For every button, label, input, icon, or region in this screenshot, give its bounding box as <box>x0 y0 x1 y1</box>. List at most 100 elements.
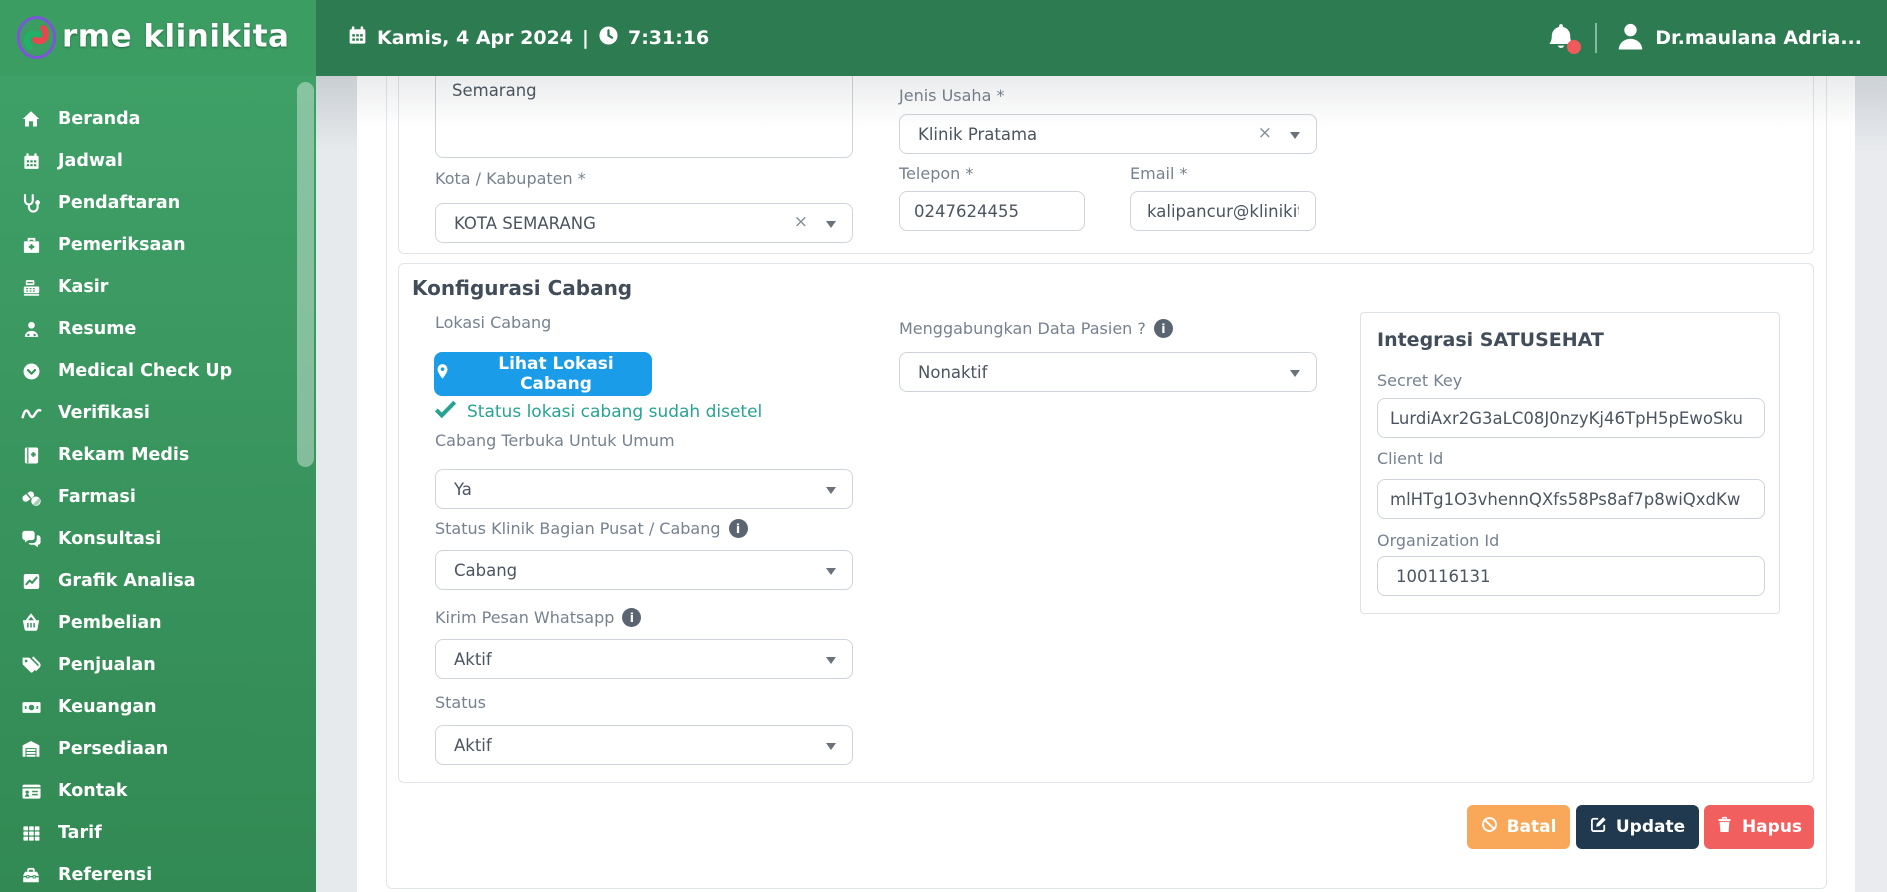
organization-id-input[interactable] <box>1377 556 1765 596</box>
organization-id-label: Organization Id <box>1377 530 1500 550</box>
status-select[interactable]: Aktif <box>435 725 853 765</box>
sidebar-nav: Beranda Jadwal Pendaftaran Pemeriksaan K… <box>0 76 316 892</box>
sidebar-item-grafik-analisa[interactable]: Grafik Analisa <box>0 560 316 602</box>
sidebar-scrollbar-thumb[interactable] <box>297 82 314 467</box>
telepon-input[interactable] <box>899 191 1085 231</box>
clear-icon[interactable]: × <box>1258 125 1272 142</box>
id-card-icon <box>19 781 43 802</box>
comments-icon <box>19 529 43 550</box>
chevron-down-icon <box>826 487 836 499</box>
ban-icon <box>1481 816 1498 838</box>
header-right-group: Dr.maulana Adria... <box>1546 0 1862 76</box>
notifications-button[interactable] <box>1546 21 1582 55</box>
kota-select[interactable]: KOTA SEMARANG × <box>435 203 853 243</box>
sidebar-item-medical-check-up[interactable]: Medical Check Up <box>0 350 316 392</box>
info-icon[interactable]: i <box>728 518 748 538</box>
clear-icon[interactable]: × <box>794 214 808 231</box>
chevron-down-icon <box>826 657 836 669</box>
jenis-usaha-label: Jenis Usaha * <box>899 85 1005 105</box>
chevron-down-icon <box>826 568 836 580</box>
warehouse-icon <box>19 739 43 759</box>
kota-label: Kota / Kabupaten * <box>435 168 586 188</box>
calendar-icon <box>19 152 43 171</box>
gabung-pasien-label: Menggabungkan Data Pasien ? i <box>899 318 1173 338</box>
sidebar-item-verifikasi[interactable]: Verifikasi <box>0 392 316 434</box>
update-button[interactable]: Update <box>1576 805 1699 849</box>
client-id-label: Client Id <box>1377 448 1444 468</box>
batal-button[interactable]: Batal <box>1467 805 1570 849</box>
sidebar-item-tarif[interactable]: Tarif <box>0 812 316 854</box>
branch-identity-section: Semarang Kota / Kabupaten * KOTA SEMARAN… <box>398 76 1814 254</box>
sidebar-item-pendaftaran[interactable]: Pendaftaran <box>0 182 316 224</box>
chevron-down-icon <box>1290 370 1300 382</box>
info-icon[interactable]: i <box>1153 318 1173 338</box>
sidebar-item-jadwal[interactable]: Jadwal <box>0 140 316 182</box>
info-icon[interactable]: i <box>622 607 642 627</box>
telepon-label: Telepon * <box>899 163 974 183</box>
email-input[interactable] <box>1130 191 1316 231</box>
chart-line-icon <box>19 572 43 591</box>
notification-badge <box>1567 40 1582 54</box>
clock-icon <box>598 25 619 51</box>
sidebar-item-resume[interactable]: Resume <box>0 308 316 350</box>
lihat-lokasi-button[interactable]: Lihat Lokasi Cabang <box>434 352 652 396</box>
status-klinik-label: Status Klinik Bagian Pusat / Cabang i <box>435 518 748 538</box>
sidebar-item-persediaan[interactable]: Persediaan <box>0 728 316 770</box>
client-id-input[interactable] <box>1377 479 1765 519</box>
location-pin-icon <box>434 363 451 385</box>
wave-icon <box>19 403 43 424</box>
terbuka-label: Cabang Terbuka Untuk Umum <box>435 430 675 450</box>
toolbox-icon <box>19 865 43 885</box>
hapus-button[interactable]: Hapus <box>1704 805 1814 849</box>
sidebar-item-rekam-medis[interactable]: Rekam Medis <box>0 434 316 476</box>
jenis-usaha-select[interactable]: Klinik Pratama × <box>899 114 1317 154</box>
gabung-pasien-select[interactable]: Nonaktif <box>899 352 1317 392</box>
chevron-down-icon <box>826 743 836 755</box>
secret-key-label: Secret Key <box>1377 370 1463 390</box>
top-header-bar: rme klinikita Kamis, 4 Apr 2024 | 7:31:1… <box>0 0 1887 76</box>
sidebar-item-konsultasi[interactable]: Konsultasi <box>0 518 316 560</box>
lokasi-cabang-label: Lokasi Cabang <box>435 312 552 332</box>
sidebar-item-penjualan[interactable]: Penjualan <box>0 644 316 686</box>
status-label: Status <box>435 692 486 712</box>
sidebar-item-referensi[interactable]: Referensi <box>0 854 316 892</box>
sidebar-item-keuangan[interactable]: Keuangan <box>0 686 316 728</box>
sidebar-item-pembelian[interactable]: Pembelian <box>0 602 316 644</box>
email-label: Email * <box>1130 163 1188 183</box>
sidebar-item-beranda[interactable]: Beranda <box>0 98 316 140</box>
terbuka-select[interactable]: Ya <box>435 469 853 509</box>
home-icon <box>19 109 43 129</box>
page-scrollbar-track[interactable] <box>1855 76 1887 892</box>
datetime-display: Kamis, 4 Apr 2024 | 7:31:16 <box>347 0 709 76</box>
user-name: Dr.maulana Adria... <box>1655 27 1862 49</box>
basket-icon <box>19 613 43 633</box>
sidebar-item-farmasi[interactable]: Farmasi <box>0 476 316 518</box>
section-title: Konfigurasi Cabang <box>412 276 633 300</box>
left-gutter <box>316 76 357 892</box>
user-doctor-icon <box>19 320 43 339</box>
table-icon <box>19 824 43 843</box>
whatsapp-select[interactable]: Aktif <box>435 639 853 679</box>
secret-key-input[interactable] <box>1377 398 1765 438</box>
circle-chevron-down-icon <box>19 362 43 381</box>
status-klinik-select[interactable]: Cabang <box>435 550 853 590</box>
whatsapp-label: Kirim Pesan Whatsapp i <box>435 607 642 627</box>
money-icon <box>19 697 43 718</box>
briefcase-medical-icon <box>19 236 43 255</box>
alamat-textarea[interactable]: Semarang <box>435 76 853 158</box>
pills-icon <box>19 487 43 508</box>
user-menu[interactable]: Dr.maulana Adria... <box>1614 20 1862 57</box>
lokasi-status: Status lokasi cabang sudah disetel <box>434 400 762 424</box>
sidebar-item-pemeriksaan[interactable]: Pemeriksaan <box>0 224 316 266</box>
brand-title: rme klinikita <box>62 18 290 55</box>
sidebar-item-kontak[interactable]: Kontak <box>0 770 316 812</box>
header-time: 7:31:16 <box>627 27 710 49</box>
main-content: Semarang Kota / Kabupaten * KOTA SEMARAN… <box>316 76 1887 892</box>
sidebar-item-kasir[interactable]: Kasir <box>0 266 316 308</box>
header-date: Kamis, 4 Apr 2024 <box>377 27 574 49</box>
tags-icon <box>19 655 43 675</box>
satusehat-title: Integrasi SATUSEHAT <box>1377 329 1604 351</box>
chevron-down-icon <box>826 221 836 233</box>
check-icon <box>434 400 457 424</box>
brand-area[interactable]: rme klinikita <box>0 0 316 76</box>
